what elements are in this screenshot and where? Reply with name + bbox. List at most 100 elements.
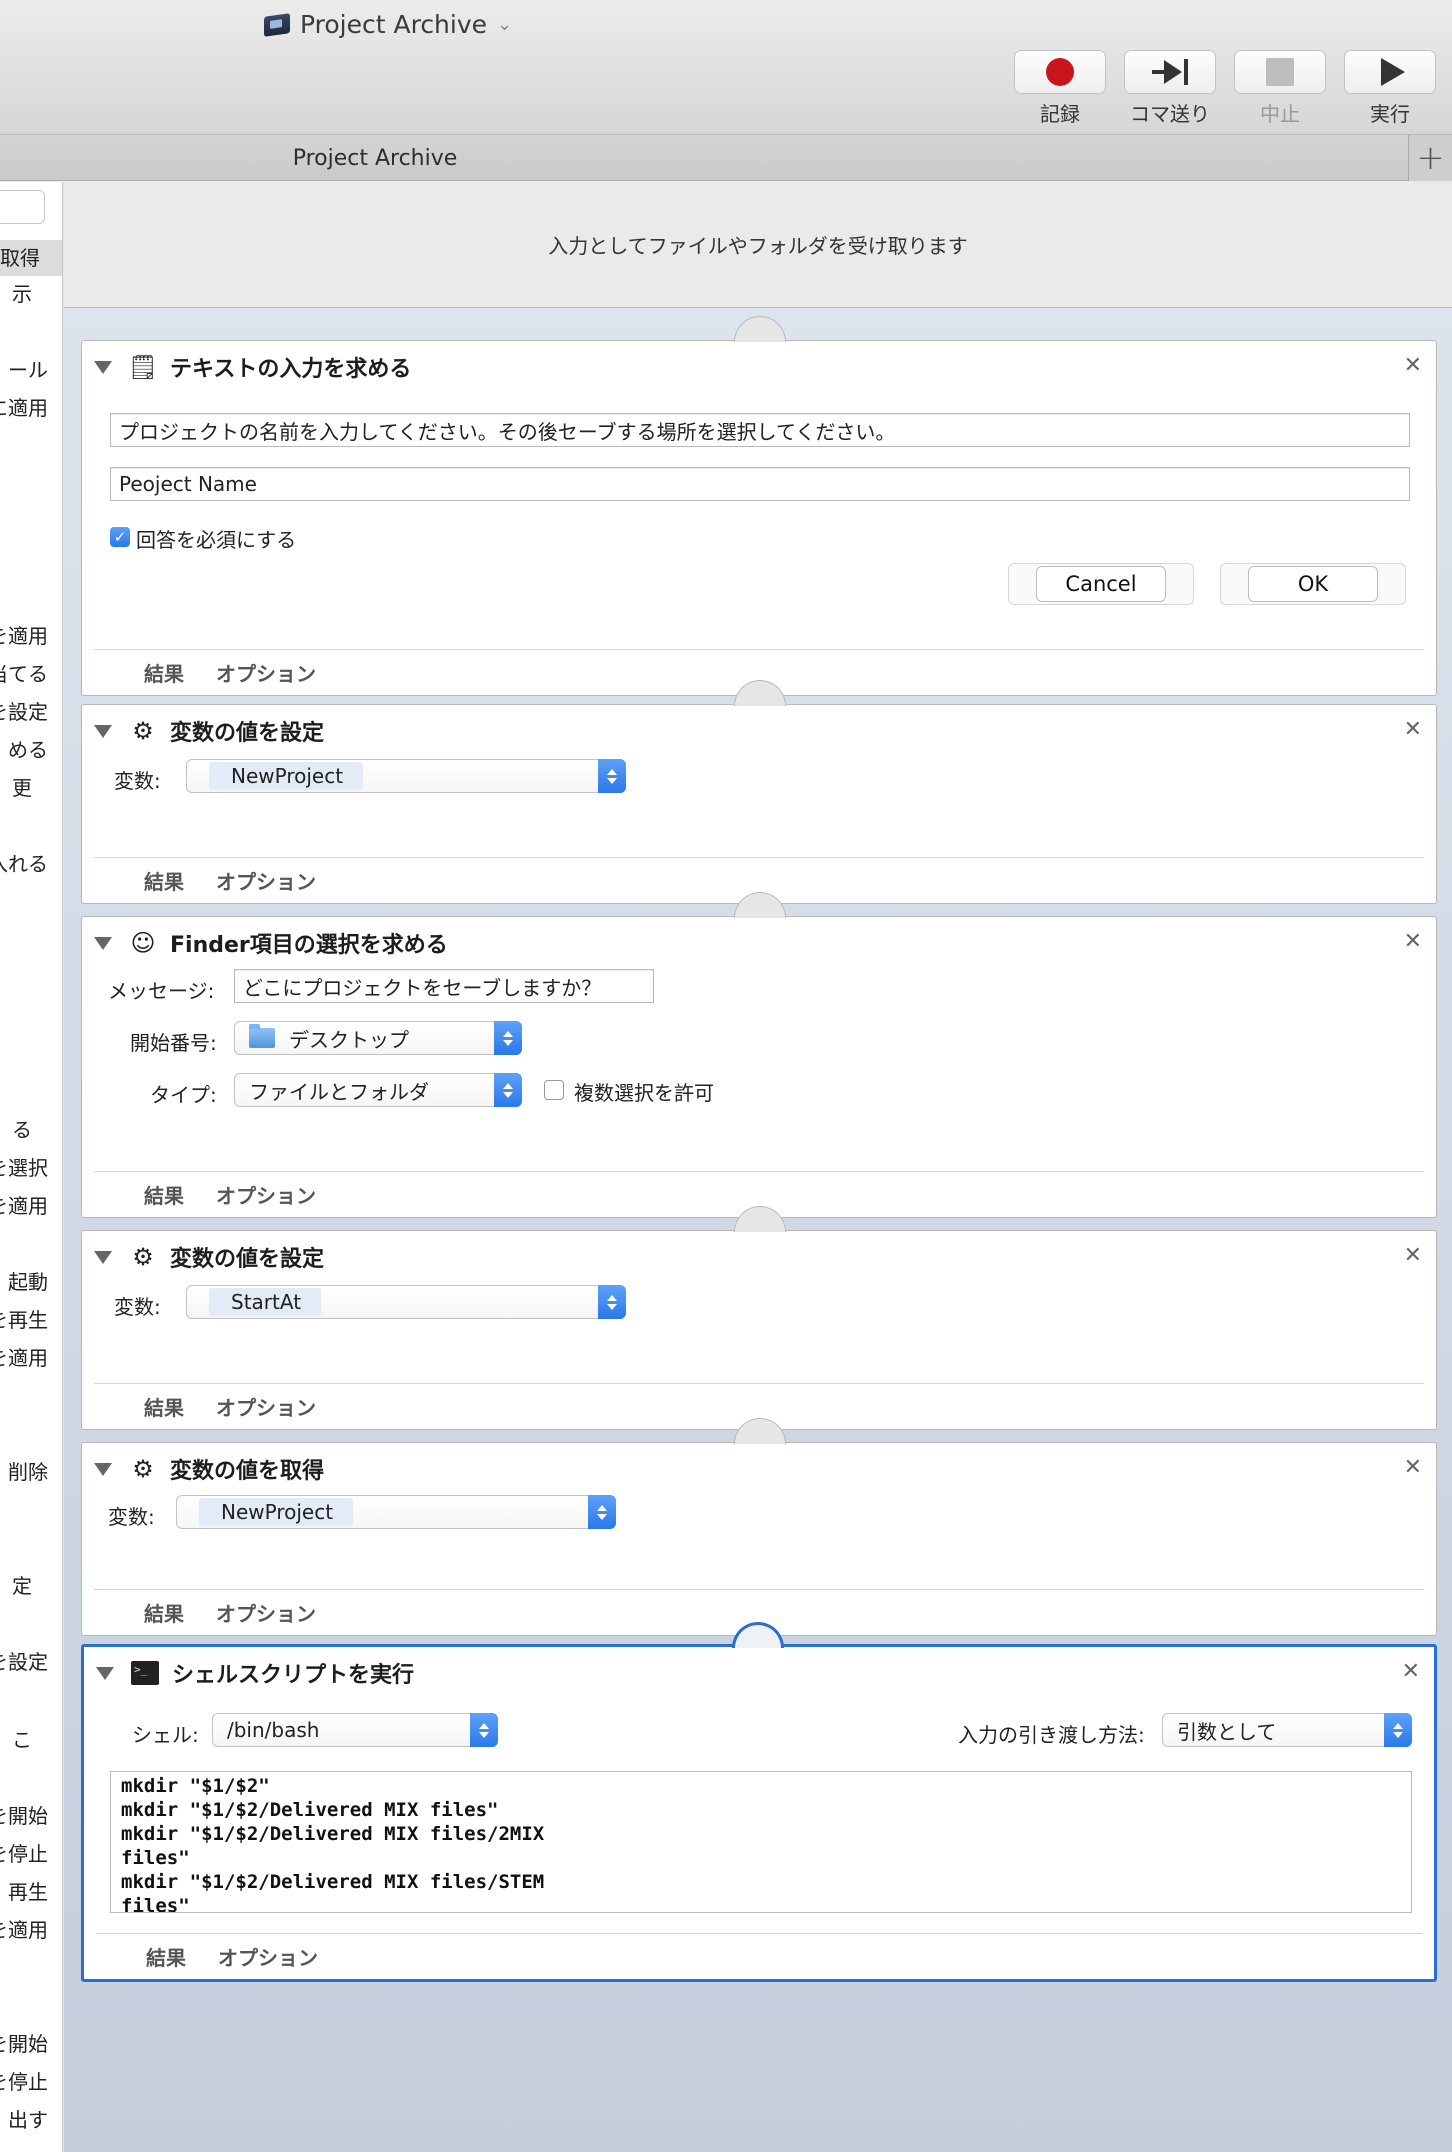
variable-token: NewProject [199,1498,354,1526]
cancel-button[interactable]: Cancel [1036,566,1166,602]
action-set-variable[interactable]: ⚙ 変数の値を設定 ✕ 変数: NewProject 結果 オプション [81,704,1437,904]
library-item[interactable]: 出す [8,2104,48,2133]
default-answer-field[interactable]: Peoject Name [110,467,1410,501]
disclosure-triangle-icon[interactable] [94,1462,112,1476]
results-tab[interactable]: 結果 [144,658,184,687]
prompt-text-field[interactable]: プロジェクトの名前を入力してください。その後セーブする場所を選択してください。 [110,413,1410,447]
variable-popup[interactable]: NewProject [176,1495,616,1529]
action-ask-for-text[interactable]: 🗒 テキストの入力を求める ✕ プロジェクトの名前を入力してください。その後セー… [81,340,1437,696]
action-run-shell-script[interactable]: シェルスクリプトを実行 ✕ シェル: /bin/bash 入力の引き渡し方法: … [81,1644,1437,1982]
action-footer: 結果 オプション [96,1933,1422,1979]
close-icon[interactable]: ✕ [1404,1243,1422,1268]
variable-icon: ⚙ [132,1243,154,1271]
popup-stepper-icon [494,1073,522,1107]
variable-popup[interactable]: NewProject [186,759,626,793]
library-item[interactable]: ール [8,354,48,383]
action-get-variable[interactable]: ⚙ 変数の値を取得 ✕ 変数: NewProject 結果 オプション [81,1442,1437,1636]
options-tab[interactable]: オプション [216,658,316,687]
tab-bar: Project Archive + [0,135,1452,181]
window-title-menu[interactable]: Project Archive ⌄ [262,6,512,42]
results-tab[interactable]: 結果 [144,866,184,895]
close-icon[interactable]: ✕ [1404,717,1422,742]
options-tab[interactable]: オプション [216,1598,316,1627]
pass-input-value: 引数として [1177,1719,1277,1744]
results-tab[interactable]: 結果 [144,1598,184,1627]
add-tab-button[interactable]: + [1408,135,1452,181]
options-tab[interactable]: オプション [216,1392,316,1421]
library-item[interactable]: こ [12,1724,32,1753]
library-item[interactable]: を設定 [0,1646,48,1675]
library-item[interactable]: を設定 [0,696,48,725]
options-tab[interactable]: オプション [216,1180,316,1209]
results-tab[interactable]: 結果 [146,1942,186,1971]
library-item[interactable]: を停止 [0,2066,48,2095]
workflow-area: 入力としてファイルやフォルダを受け取ります 🗒 テキストの入力を求める ✕ プロ… [64,182,1452,2152]
library-item[interactable]: を開始 [0,1800,48,1829]
results-tab[interactable]: 結果 [144,1180,184,1209]
library-item[interactable]: を開始 [0,2028,48,2057]
text-note-icon: 🗒 [127,353,159,381]
library-item[interactable]: 定 [12,1570,32,1599]
variable-popup[interactable]: StartAt [186,1285,626,1319]
disclosure-triangle-icon[interactable] [94,1250,112,1264]
run-button[interactable] [1344,50,1436,94]
variable-token: StartAt [209,1288,322,1316]
pass-input-popup[interactable]: 引数として [1162,1713,1412,1747]
library-item[interactable]: る [12,1114,32,1143]
require-answer-checkbox[interactable] [110,527,130,547]
action-ask-finder-items[interactable]: ☺ Finder項目の選択を求める ✕ メッセージ: どこにプロジェクトをセーブ… [81,916,1437,1218]
library-item[interactable]: 再生 [8,1876,48,1905]
library-item[interactable]: 削除 [8,1456,48,1485]
library-item[interactable]: める [8,734,48,763]
close-icon[interactable]: ✕ [1404,353,1422,378]
action-header: シェルスクリプトを実行 ✕ [84,1647,1434,1699]
close-icon[interactable]: ✕ [1402,1659,1420,1684]
disclosure-triangle-icon[interactable] [96,1666,114,1680]
stop-button[interactable] [1234,50,1326,94]
script-editor[interactable]: mkdir "$1/$2" mkdir "$1/$2/Delivered MIX… [110,1771,1412,1913]
disclosure-triangle-icon[interactable] [94,936,112,950]
ok-button[interactable]: OK [1248,566,1378,602]
require-answer-label: 回答を必須にする [136,528,297,552]
finder-icon: ☺ [130,929,156,957]
library-item[interactable]: に適用 [0,392,48,421]
tab-project-archive[interactable]: Project Archive [0,135,750,181]
action-title: 変数の値を設定 [170,721,325,746]
allow-multiple-checkbox[interactable] [544,1080,564,1100]
library-item[interactable]: 取得 [0,240,62,276]
library-item[interactable]: 起動 [8,1266,48,1295]
start-at-popup[interactable]: デスクトップ [234,1021,522,1055]
library-item[interactable]: を選択 [0,1152,48,1181]
message-field[interactable]: どこにプロジェクトをセーブしますか？ [234,969,654,1003]
variable-label: 変数: [108,1505,155,1529]
library-item[interactable]: を適用 [0,1342,48,1371]
options-tab[interactable]: オプション [218,1942,318,1971]
popup-stepper-icon [1384,1713,1412,1747]
library-item[interactable]: を適用 [0,620,48,649]
action-title: シェルスクリプトを実行 [172,1663,415,1688]
library-item[interactable]: 示 [12,278,32,307]
action-title: 変数の値を設定 [170,1247,325,1272]
library-search-input[interactable] [0,190,45,224]
record-button[interactable] [1014,50,1106,94]
library-item[interactable]: を適用 [0,1914,48,1943]
disclosure-triangle-icon[interactable] [94,724,112,738]
type-value: ファイルとフォルダ [249,1079,429,1104]
library-item[interactable]: を適用 [0,1190,48,1219]
close-icon[interactable]: ✕ [1404,929,1422,954]
results-tab[interactable]: 結果 [144,1392,184,1421]
library-item[interactable]: 更 [12,772,32,801]
step-button[interactable] [1124,50,1216,94]
library-item[interactable]: を停止 [0,1838,48,1867]
close-icon[interactable]: ✕ [1404,1455,1422,1480]
terminal-icon [130,1658,160,1688]
options-tab[interactable]: オプション [216,866,316,895]
library-item[interactable]: 入れる [0,848,48,877]
shell-popup[interactable]: /bin/bash [212,1713,498,1747]
action-set-variable[interactable]: ⚙ 変数の値を設定 ✕ 変数: StartAt 結果 オプション [81,1230,1437,1430]
library-item[interactable]: を再生 [0,1304,48,1333]
disclosure-triangle-icon[interactable] [94,360,112,374]
library-item[interactable]: 当てる [0,658,48,687]
type-popup[interactable]: ファイルとフォルダ [234,1073,522,1107]
action-title: 変数の値を取得 [170,1459,325,1484]
